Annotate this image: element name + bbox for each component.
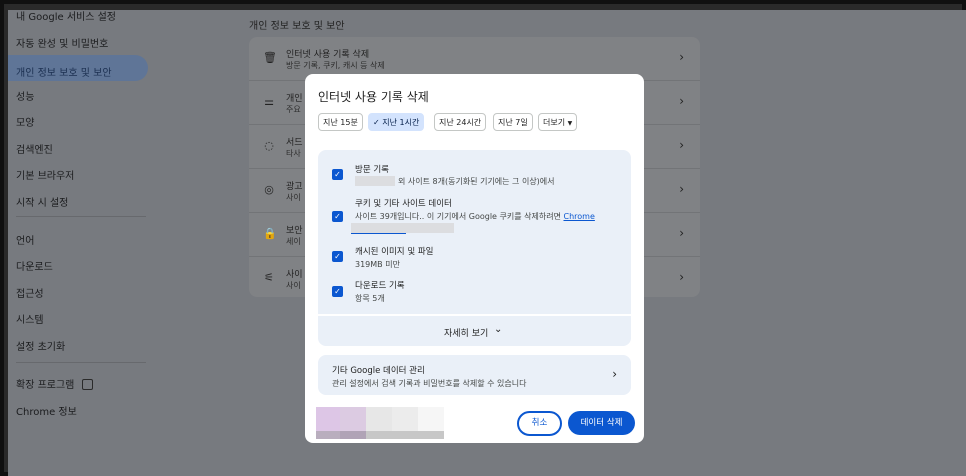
row-subtitle: 방문 기록, 쿠키, 캐시 등 삭제 — [286, 61, 385, 70]
sidebar-item-label: 확장 프로그램 — [16, 380, 75, 391]
cancel-button[interactable]: 취소 — [517, 411, 562, 436]
download-history-title: 다운로드 기록 — [355, 281, 405, 291]
lock-icon: 🔒 — [263, 227, 277, 240]
row-title: 개인 — [286, 94, 303, 104]
time-range-1hour[interactable]: ✓ 지난 1시간 — [368, 113, 425, 131]
time-range-7days[interactable]: 지난 7일 — [493, 113, 533, 131]
chevron-right-icon: › — [679, 138, 684, 152]
row-title: 인터넷 사용 기록 삭제 — [286, 50, 370, 60]
chip-label: 지난 1시간 — [382, 118, 420, 127]
history-checkbox[interactable]: ✓ — [332, 169, 343, 180]
window-frame: 내 Google 서비스 설정 자동 완성 및 비밀번호 개인 정보 보호 및 … — [0, 0, 966, 476]
row-title: 사이 — [286, 270, 303, 280]
sidebar-item-search-engine[interactable]: 검색엔진 — [16, 141, 53, 156]
site-settings-icon: ⚟ — [264, 271, 274, 284]
other-title: 기타 Google 데이터 관리 — [332, 366, 425, 376]
row-title: 광고 — [286, 182, 303, 192]
external-link-icon — [82, 379, 94, 390]
clear-browsing-data-dialog: 인터넷 사용 기록 삭제 지난 15분 ✓ 지난 1시간 지난 24시간 지난 … — [305, 74, 644, 443]
show-more-label: 자세히 보기 — [444, 329, 489, 339]
manage-other-google-data[interactable]: 기타 Google 데이터 관리 관리 설정에서 검색 기록과 비밀번호를 삭제… — [318, 355, 631, 395]
row-subtitle: 사이 — [286, 193, 301, 202]
cache-checkbox[interactable]: ✓ — [332, 251, 343, 262]
sidebar-divider — [16, 216, 146, 217]
other-subtitle: 관리 설정에서 검색 기록과 비밀번호를 삭제할 수 있습니다 — [332, 379, 527, 388]
time-range-more-dropdown[interactable]: 더보기 ▼ — [538, 113, 578, 131]
sidebar-item-accessibility[interactable]: 접근성 — [16, 285, 44, 300]
row-title: 서드 — [286, 138, 303, 148]
sidebar-divider — [16, 362, 146, 363]
ads-icon: ◎ — [264, 183, 274, 196]
chip-label: 더보기 — [543, 118, 566, 127]
history-title: 방문 기록 — [355, 165, 389, 175]
sidebar-item-languages[interactable]: 언어 — [16, 232, 34, 247]
history-detail: 외 사이트 8개(동기화된 기기에는 그 이상)에서 — [355, 176, 555, 187]
sidebar-item-on-startup[interactable]: 시작 시 설정 — [16, 194, 68, 209]
chevron-down-icon: ⌄ — [494, 324, 503, 335]
sidebar-item-downloads[interactable]: 다운로드 — [16, 258, 53, 273]
row-title: 보안 — [286, 226, 303, 236]
chrome-link[interactable]: Chrome — [563, 212, 594, 221]
chevron-right-icon: › — [679, 270, 684, 284]
sidebar-item-about-chrome[interactable]: Chrome 정보 — [16, 403, 77, 418]
time-range-24hours[interactable]: 지난 24시간 — [434, 113, 487, 131]
sidebar-item-google-services[interactable]: 내 Google 서비스 설정 — [16, 10, 116, 23]
sidebar-item-performance[interactable]: 성능 — [16, 88, 34, 103]
row-subtitle: 사이 — [286, 281, 301, 290]
row-subtitle: 세이 — [286, 237, 301, 246]
cookies-title: 쿠키 및 기타 사이트 데이터 — [355, 199, 452, 209]
sidebar-item-reset[interactable]: 설정 초기화 — [16, 338, 65, 353]
delete-data-button[interactable]: 데이터 삭제 — [568, 411, 635, 435]
tune-icon: ⚌ — [264, 95, 274, 108]
cookies-checkbox[interactable]: ✓ — [332, 211, 343, 222]
dialog-title: 인터넷 사용 기록 삭제 — [318, 90, 429, 104]
time-range-15min[interactable]: 지난 15분 — [318, 113, 363, 131]
data-types-panel: ✓ 방문 기록 외 사이트 8개(동기화된 기기에는 그 이상)에서 ✓ 쿠키 … — [318, 150, 631, 314]
row-subtitle: 주요 — [286, 105, 301, 114]
row-subtitle: 타사 — [286, 149, 301, 158]
sidebar-item-autofill[interactable]: 자동 완성 및 비밀번호 — [16, 35, 108, 50]
cookie-icon: ◌ — [264, 139, 274, 152]
chevron-right-icon: › — [679, 182, 684, 196]
download-history-detail: 항목 5개 — [355, 294, 385, 303]
sidebar-item-system[interactable]: 시스템 — [16, 311, 44, 326]
check-icon: ✓ — [373, 118, 380, 127]
redacted-account-swatches — [316, 407, 444, 439]
caret-down-icon: ▼ — [567, 120, 573, 127]
download-history-checkbox[interactable]: ✓ — [332, 286, 343, 297]
sidebar-item-privacy[interactable]: 개인 정보 보호 및 보안 — [8, 55, 148, 81]
chevron-right-icon: › — [679, 94, 684, 108]
redacted-block — [355, 176, 395, 186]
settings-page: 내 Google 서비스 설정 자동 완성 및 비밀번호 개인 정보 보호 및 … — [8, 10, 966, 476]
sidebar-item-default-browser[interactable]: 기본 브라우저 — [16, 167, 74, 182]
sidebar-item-appearance[interactable]: 모양 — [16, 114, 34, 129]
cache-title: 캐시된 이미지 및 파일 — [355, 247, 434, 257]
sidebar-item-extensions[interactable]: 확장 프로그램 — [16, 376, 94, 391]
chevron-right-icon: › — [679, 226, 684, 240]
chevron-right-icon: › — [679, 50, 684, 64]
page-title: 개인 정보 보호 및 보안 — [249, 21, 345, 32]
show-more-button[interactable]: 자세히 보기 ⌄ — [318, 316, 631, 346]
trash-icon: 🗑 — [263, 51, 277, 64]
cache-detail: 319MB 미만 — [355, 260, 400, 269]
chevron-right-icon: › — [612, 367, 617, 381]
cookies-detail: 사이트 39개입니다.. 이 기기에서 Google 쿠키를 삭제하려면 Chr… — [355, 212, 595, 221]
redacted-block — [351, 223, 454, 234]
